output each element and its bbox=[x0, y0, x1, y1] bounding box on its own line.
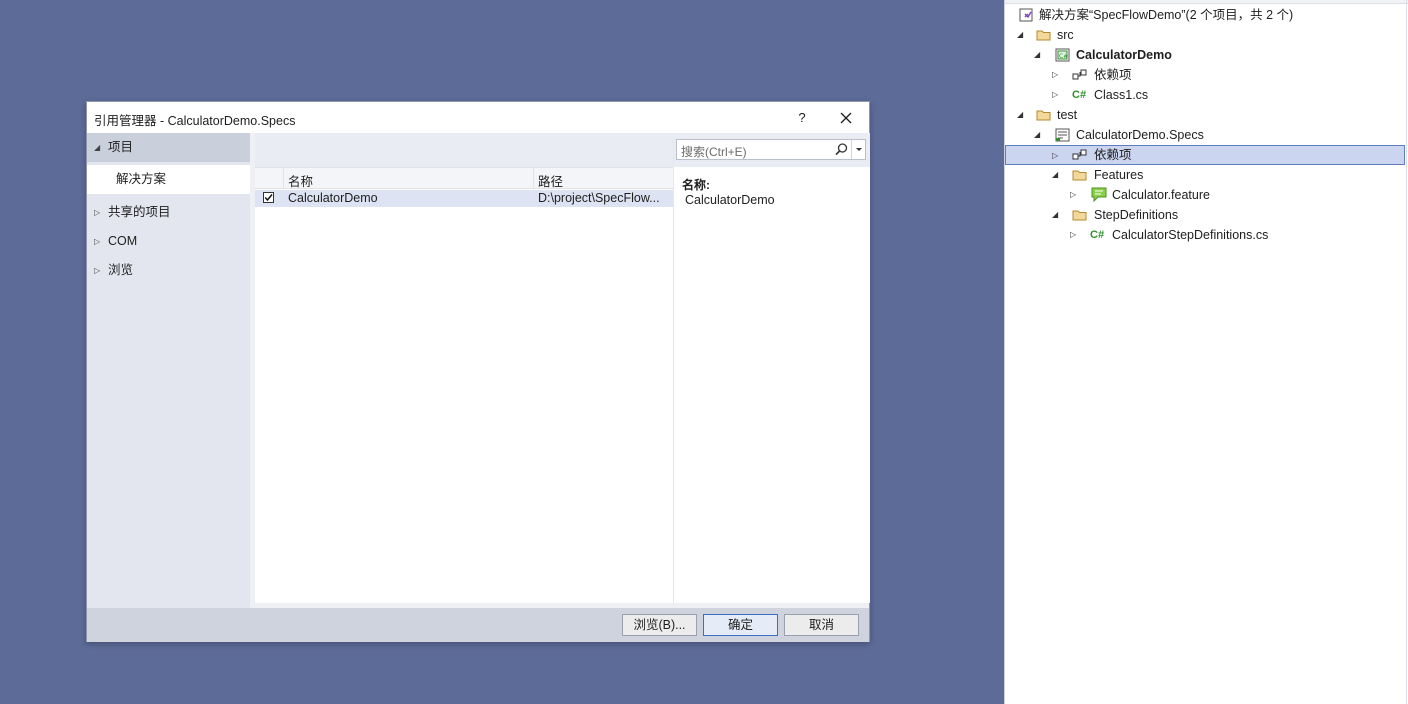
detail-name-label: 名称: bbox=[682, 178, 710, 192]
collapse-triangle-icon[interactable]: ◢ bbox=[1034, 125, 1044, 145]
name-column-header[interactable]: 名称 bbox=[288, 171, 313, 190]
dependencies-icon bbox=[1072, 149, 1087, 160]
nav-shared-label: 共享的项目 bbox=[108, 205, 171, 219]
reference-list: 名称 路径 CalculatorDemo D:\project\SpecFlow… bbox=[255, 133, 673, 603]
tree-item-features[interactable]: ◢ Features bbox=[1005, 165, 1405, 185]
detail-name-value: CalculatorDemo bbox=[685, 193, 775, 207]
nav-projects[interactable]: ◢ 项目 bbox=[87, 133, 250, 162]
table-row[interactable]: CalculatorDemo D:\project\SpecFlow... bbox=[255, 190, 673, 207]
detail-pane: 搜索(Ctrl+E) 名称: CalculatorDemo bbox=[673, 133, 870, 603]
folder-icon bbox=[1036, 110, 1051, 121]
class1-label: Class1.cs bbox=[1094, 88, 1149, 102]
expand-triangle-icon[interactable]: ▷ bbox=[1052, 65, 1062, 85]
dependencies-icon bbox=[1072, 69, 1087, 80]
explorer-scrollbar[interactable] bbox=[1406, 0, 1407, 704]
grid-header: 名称 路径 bbox=[255, 167, 673, 189]
row-path: D:\project\SpecFlow... bbox=[538, 191, 660, 205]
dependencies-label: 依赖项 bbox=[1094, 68, 1132, 82]
explorer-top-border bbox=[1005, 0, 1408, 4]
column-divider[interactable] bbox=[533, 168, 534, 188]
dialog-title-bar: 引用管理器 - CalculatorDemo.Specs ? bbox=[87, 102, 869, 133]
step-definitions-file-label: CalculatorStepDefinitions.cs bbox=[1112, 228, 1269, 242]
reference-checkbox[interactable] bbox=[263, 192, 274, 203]
test-label: test bbox=[1057, 108, 1078, 122]
solution-explorer: 解决方案“SpecFlowDemo”(2 个项目，共 2 个) ◢ src ◢ … bbox=[1004, 0, 1408, 704]
search-icon[interactable] bbox=[834, 142, 849, 157]
tree-item-dependencies[interactable]: ▷ 依赖项 bbox=[1005, 65, 1405, 85]
expand-triangle-icon: ▷ bbox=[94, 237, 101, 246]
folder-icon bbox=[1036, 30, 1051, 41]
browse-button[interactable]: 浏览(B)... bbox=[622, 614, 697, 636]
feature-file-icon bbox=[1091, 187, 1107, 203]
test-project-icon bbox=[1055, 128, 1070, 142]
nav-browse-label: 浏览 bbox=[108, 263, 134, 277]
search-input[interactable]: 搜索(Ctrl+E) bbox=[676, 139, 866, 160]
tree-item-solution[interactable]: 解决方案“SpecFlowDemo”(2 个项目，共 2 个) bbox=[1005, 5, 1405, 25]
nav-solution[interactable]: 解决方案 bbox=[87, 165, 250, 194]
csharp-project-icon: C# bbox=[1055, 48, 1070, 62]
tree-item-src[interactable]: ◢ src bbox=[1005, 25, 1405, 45]
dialog-footer: 浏览(B)... 确定 取消 bbox=[87, 608, 869, 642]
expand-triangle-icon[interactable]: ▷ bbox=[1070, 185, 1080, 205]
folder-open-icon bbox=[1072, 210, 1087, 221]
solution-label: 解决方案“SpecFlowDemo”(2 个项目，共 2 个) bbox=[1039, 8, 1294, 22]
collapse-triangle-icon[interactable]: ◢ bbox=[1017, 25, 1027, 45]
collapse-triangle-icon: ◢ bbox=[94, 143, 101, 152]
expand-triangle-icon[interactable]: ▷ bbox=[1070, 225, 1080, 245]
search-placeholder: 搜索(Ctrl+E) bbox=[681, 145, 747, 159]
collapse-triangle-icon[interactable]: ◢ bbox=[1017, 105, 1027, 125]
svg-text:C#: C# bbox=[1059, 53, 1068, 60]
close-button[interactable] bbox=[835, 107, 857, 129]
dialog-title: 引用管理器 - CalculatorDemo.Specs bbox=[94, 114, 296, 128]
src-label: src bbox=[1057, 28, 1074, 42]
calculator-feature-label: Calculator.feature bbox=[1112, 188, 1210, 202]
expand-triangle-icon[interactable]: ▷ bbox=[1052, 146, 1062, 166]
path-column-header[interactable]: 路径 bbox=[538, 171, 563, 190]
category-nav: ◢ 项目 解决方案 ▷ 共享的项目 ▷ COM ▷ 浏览 bbox=[87, 133, 250, 608]
nav-projects-label: 项目 bbox=[108, 140, 134, 154]
csharp-file-icon: C# bbox=[1072, 89, 1087, 101]
nav-com-label: COM bbox=[108, 234, 138, 248]
collapse-triangle-icon[interactable]: ◢ bbox=[1034, 45, 1044, 65]
solution-icon bbox=[1019, 8, 1033, 22]
row-name: CalculatorDemo bbox=[288, 191, 378, 205]
search-options-dropdown[interactable] bbox=[851, 140, 865, 159]
tree-item-class1[interactable]: ▷ C# Class1.cs bbox=[1005, 85, 1405, 105]
nav-shared-projects[interactable]: ▷ 共享的项目 bbox=[87, 198, 250, 227]
nav-browse[interactable]: ▷ 浏览 bbox=[87, 256, 250, 285]
cancel-button[interactable]: 取消 bbox=[784, 614, 859, 636]
nav-com[interactable]: ▷ COM bbox=[87, 227, 250, 256]
close-icon bbox=[840, 112, 852, 124]
stepdefinitions-label: StepDefinitions bbox=[1094, 208, 1179, 222]
tree-item-calculator-feature[interactable]: ▷ Calculator.feature bbox=[1005, 185, 1405, 205]
tree-item-test[interactable]: ◢ test bbox=[1005, 105, 1405, 125]
expand-triangle-icon[interactable]: ▷ bbox=[1052, 85, 1062, 105]
reference-manager-dialog: 引用管理器 - CalculatorDemo.Specs ? ◢ 项目 解决方案… bbox=[86, 101, 870, 642]
folder-open-icon bbox=[1072, 170, 1087, 181]
expand-triangle-icon: ▷ bbox=[94, 266, 101, 275]
tree-item-stepdefinitions[interactable]: ◢ StepDefinitions bbox=[1005, 205, 1405, 225]
expand-triangle-icon: ▷ bbox=[94, 208, 101, 217]
tree-item-step-definitions-file[interactable]: ▷ C# CalculatorStepDefinitions.cs bbox=[1005, 225, 1405, 245]
search-strip: 搜索(Ctrl+E) bbox=[674, 133, 870, 167]
collapse-triangle-icon[interactable]: ◢ bbox=[1052, 205, 1062, 225]
ok-button[interactable]: 确定 bbox=[703, 614, 778, 636]
collapse-triangle-icon[interactable]: ◢ bbox=[1052, 165, 1062, 185]
nav-solution-label: 解决方案 bbox=[116, 172, 167, 186]
check-column-header bbox=[255, 168, 284, 188]
specs-project-label: CalculatorDemo.Specs bbox=[1076, 128, 1204, 142]
help-button[interactable]: ? bbox=[792, 108, 812, 128]
tree-item-dependencies-selected[interactable]: ▷ 依赖项 bbox=[1005, 145, 1405, 165]
list-toolbar-strip bbox=[255, 133, 673, 167]
csharp-file-icon: C# bbox=[1090, 229, 1105, 241]
features-label: Features bbox=[1094, 168, 1144, 182]
tree-item-calculatordemo[interactable]: ◢ C# CalculatorDemo bbox=[1005, 45, 1405, 65]
calculatordemo-label: CalculatorDemo bbox=[1076, 48, 1172, 62]
dependencies-label: 依赖项 bbox=[1094, 148, 1132, 162]
checkmark-icon bbox=[264, 194, 273, 202]
tree-item-specs-project[interactable]: ◢ CalculatorDemo.Specs bbox=[1005, 125, 1405, 145]
